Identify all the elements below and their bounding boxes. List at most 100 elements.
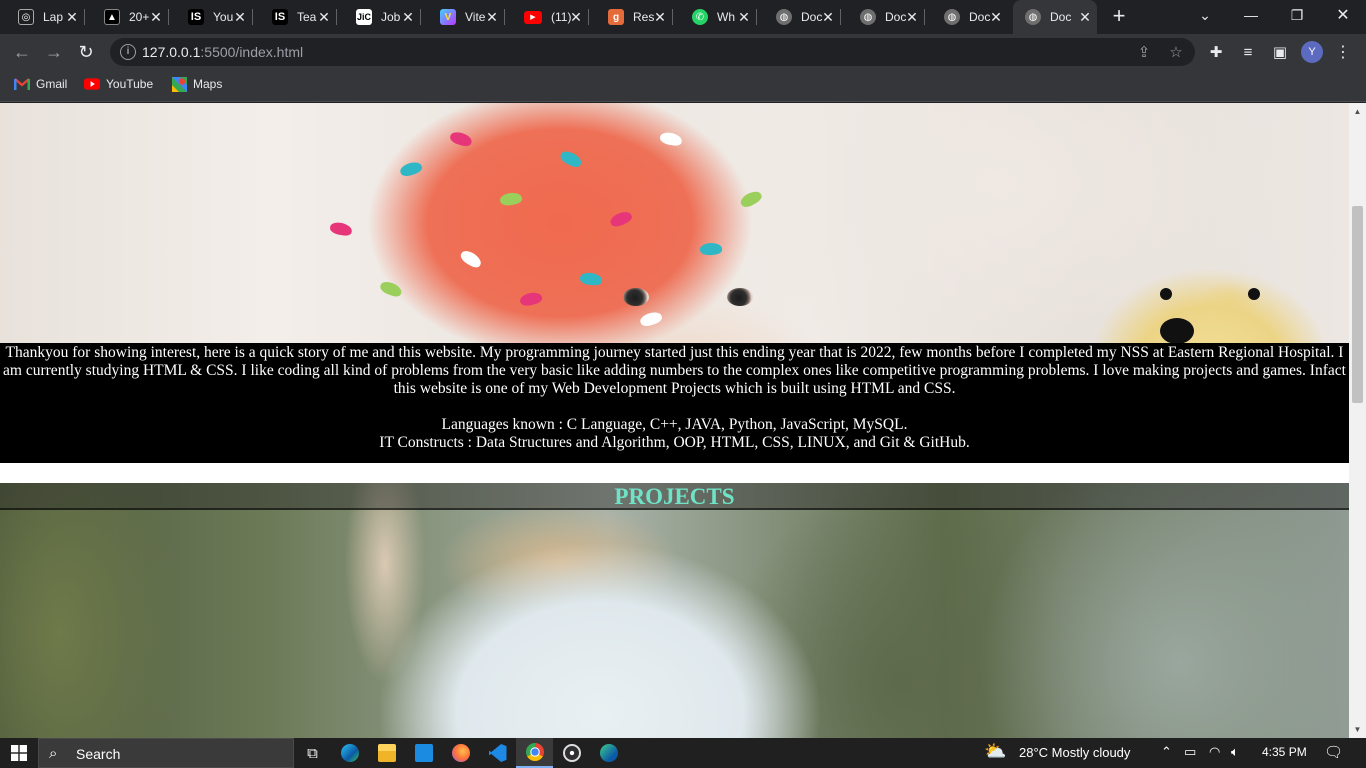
- firefox-icon[interactable]: [442, 738, 479, 768]
- tab-search-icon[interactable]: ⌄: [1182, 0, 1228, 30]
- edge-icon[interactable]: [331, 738, 368, 768]
- share-icon[interactable]: ⇪: [1134, 42, 1154, 62]
- taskbar-search-box[interactable]: ⌕ Search: [38, 738, 294, 768]
- tab-7[interactable]: ▶ (11) ✕: [504, 0, 589, 34]
- close-tab-icon[interactable]: ✕: [904, 9, 920, 25]
- it-constructs: IT Constructs : Data Structures and Algo…: [379, 434, 970, 451]
- close-tab-icon[interactable]: ✕: [232, 9, 248, 25]
- media-control-icon[interactable]: ≡: [1238, 42, 1258, 62]
- extensions-icon[interactable]: ✚: [1206, 42, 1226, 62]
- weather-cloud-icon[interactable]: ⛅: [984, 741, 1006, 762]
- clock-time[interactable]: 4:35 PM: [1262, 745, 1307, 759]
- gmail-icon: [14, 77, 30, 91]
- interviewbit-icon: IS: [188, 9, 204, 25]
- close-tab-icon[interactable]: ✕: [316, 9, 332, 25]
- bookmark-youtube[interactable]: YouTube: [84, 77, 153, 91]
- obs-icon[interactable]: [553, 738, 590, 768]
- tab-1[interactable]: ◎ Lap ✕: [0, 0, 85, 34]
- scroll-down-arrow-icon[interactable]: ▼: [1349, 721, 1366, 738]
- languages-known: Languages known : C Language, C++, JAVA,…: [441, 416, 908, 433]
- page-viewport: Thankyou for showing interest, here is a…: [0, 103, 1349, 738]
- globe-icon: ◍: [1025, 9, 1041, 25]
- close-tab-icon[interactable]: ✕: [400, 9, 416, 25]
- globe-icon: ◍: [944, 9, 960, 25]
- bookmark-gmail[interactable]: Gmail: [14, 77, 67, 91]
- about-section: Thankyou for showing interest, here is a…: [0, 343, 1349, 463]
- close-tab-icon[interactable]: ✕: [1077, 9, 1093, 25]
- globe-icon: ◍: [776, 9, 792, 25]
- profile-avatar[interactable]: Y: [1301, 41, 1323, 63]
- windows-taskbar: ⌕ Search ⧉ ⛅ 28°C Mostly cloudy ⌃ ▭ ◠ 🔈︎…: [0, 738, 1366, 768]
- tab-10[interactable]: ◍ Doc ✕: [756, 0, 841, 34]
- tab-8[interactable]: g Res ✕: [588, 0, 673, 34]
- globe-icon: ◍: [860, 9, 876, 25]
- restore-button[interactable]: ❐: [1274, 0, 1320, 30]
- notifications-icon[interactable]: 🗨︎: [1324, 743, 1343, 761]
- jio-icon: JiC: [356, 9, 372, 25]
- tab-5[interactable]: JiC Job ✕: [336, 0, 421, 34]
- whatsapp-icon: ✆: [692, 9, 708, 25]
- task-view-icon[interactable]: ⧉: [294, 738, 331, 768]
- weather-text[interactable]: 28°C Mostly cloudy: [1019, 745, 1130, 760]
- back-arrow-icon[interactable]: ←: [8, 38, 36, 66]
- show-hidden-icons-chevron-icon[interactable]: ⌃: [1161, 744, 1172, 760]
- side-panel-icon[interactable]: ▣: [1270, 42, 1290, 62]
- close-window-button[interactable]: ✕: [1320, 0, 1366, 30]
- projects-heading: PROJECTS: [614, 484, 735, 509]
- new-tab-button[interactable]: +: [1107, 5, 1131, 29]
- close-tab-icon[interactable]: ✕: [484, 9, 500, 25]
- close-tab-icon[interactable]: ✕: [148, 9, 164, 25]
- tab-label: Lap: [43, 10, 64, 24]
- tab-13-active[interactable]: ◍ Doc ✕: [1013, 0, 1097, 34]
- wifi-icon[interactable]: ◠: [1209, 744, 1220, 760]
- close-tab-icon[interactable]: ✕: [64, 9, 80, 25]
- menu-kebab-icon[interactable]: ⋮: [1333, 42, 1353, 62]
- url-text[interactable]: 127.0.0.1:5500/index.html: [142, 44, 303, 60]
- reload-icon[interactable]: ↻: [72, 38, 100, 66]
- tab-4[interactable]: IS Tea ✕: [252, 0, 337, 34]
- youtube-icon: [84, 77, 100, 91]
- close-tab-icon[interactable]: ✕: [652, 9, 668, 25]
- tab-9[interactable]: ✆ Wh ✕: [672, 0, 757, 34]
- section-gap: [0, 463, 1349, 483]
- vscode-icon[interactable]: [479, 738, 516, 768]
- minimize-button[interactable]: —: [1228, 0, 1274, 30]
- about-paragraph: Thankyou for showing interest, here is a…: [3, 344, 1346, 397]
- edge-dev-icon[interactable]: [590, 738, 627, 768]
- tab-3[interactable]: IS You ✕: [168, 0, 253, 34]
- battery-icon[interactable]: ▭: [1184, 744, 1196, 760]
- chrome-icon[interactable]: [516, 738, 553, 768]
- g-icon: g: [608, 9, 624, 25]
- maps-icon: [171, 76, 187, 92]
- tab-generic-icon: ▲: [104, 9, 120, 25]
- scroll-thumb[interactable]: [1352, 206, 1363, 403]
- close-tab-icon[interactable]: ✕: [988, 9, 1004, 25]
- youtube-icon: ▶: [524, 10, 542, 24]
- close-tab-icon[interactable]: ✕: [736, 9, 752, 25]
- scroll-up-arrow-icon[interactable]: ▲: [1349, 103, 1366, 120]
- tab-12[interactable]: ◍ Doc ✕: [924, 0, 1008, 34]
- tab-label: Doc: [1050, 10, 1072, 24]
- tab-11[interactable]: ◍ Doc ✕: [840, 0, 925, 34]
- page-scrollbar[interactable]: ▲ ▼: [1349, 103, 1366, 738]
- windows-start-icon[interactable]: [0, 738, 38, 768]
- close-tab-icon[interactable]: ✕: [820, 9, 836, 25]
- tab-2[interactable]: ▲ 20+ ✕: [84, 0, 169, 34]
- search-icon: ⌕: [49, 745, 58, 762]
- bookmarks-bar: Gmail YouTube Maps: [0, 70, 1366, 102]
- interviewbit-icon: IS: [272, 9, 288, 25]
- tab-6[interactable]: V Vite ✕: [420, 0, 505, 34]
- close-tab-icon[interactable]: ✕: [568, 9, 584, 25]
- mail-icon[interactable]: [405, 738, 442, 768]
- vite-icon: V: [440, 9, 456, 25]
- tab-strip: ◎ Lap ✕ ▲ 20+ ✕ IS You ✕ IS Tea ✕ JiC Jo…: [0, 0, 1366, 34]
- address-bar[interactable]: i 127.0.0.1:5500/index.html ⇪ ☆: [110, 38, 1195, 66]
- projects-section: PROJECTS: [0, 483, 1349, 738]
- browser-toolbar: ← → ↻ i 127.0.0.1:5500/index.html ⇪ ☆ ✚ …: [0, 34, 1366, 70]
- file-explorer-icon[interactable]: [368, 738, 405, 768]
- bookmark-maps[interactable]: Maps: [171, 76, 222, 92]
- bookmark-star-icon[interactable]: ☆: [1166, 42, 1186, 62]
- volume-icon[interactable]: 🔈︎: [1231, 744, 1239, 760]
- forward-arrow-icon[interactable]: →: [40, 38, 68, 66]
- site-info-icon[interactable]: i: [120, 44, 136, 60]
